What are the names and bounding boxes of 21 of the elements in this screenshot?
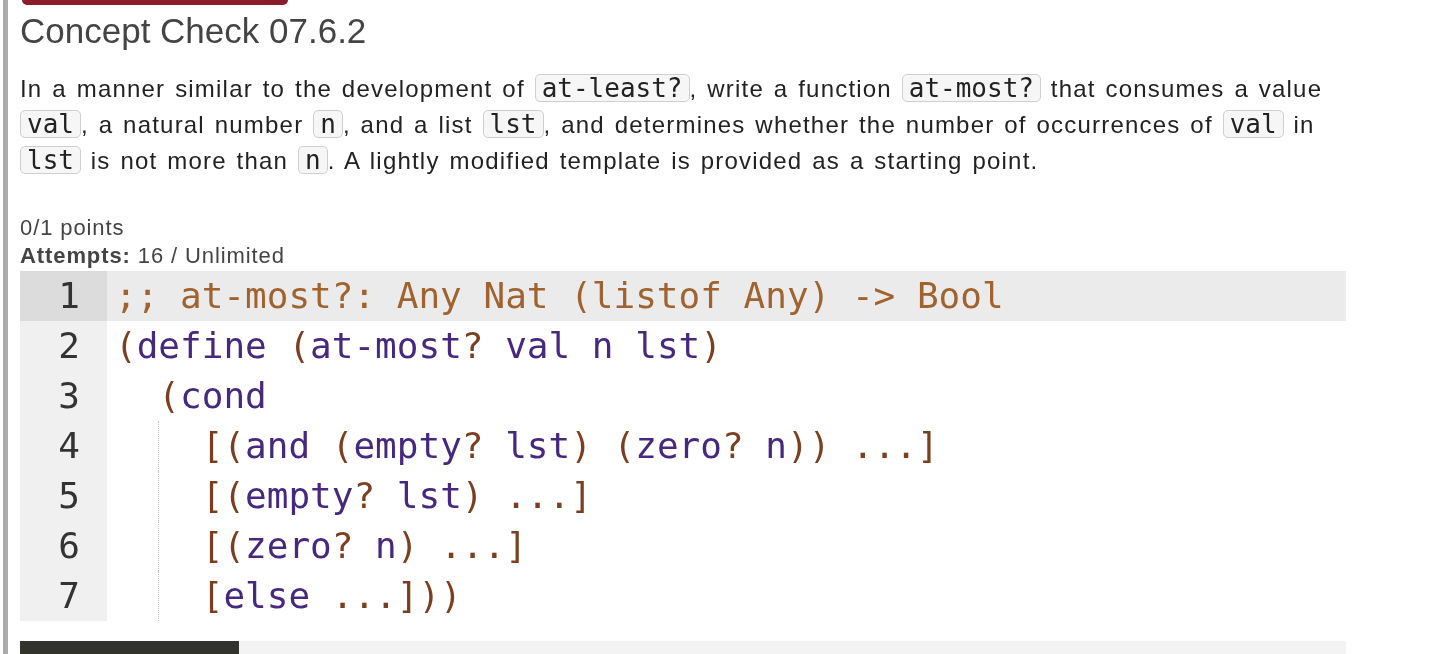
attempts-text: Attempts: 16 / Unlimited [20, 242, 286, 270]
line-number: 1 [20, 271, 107, 321]
header-button[interactable] [22, 0, 288, 5]
inline-code: lst [20, 146, 81, 174]
inline-code: at-most? [901, 74, 1041, 102]
points-text: 0/1 points [20, 214, 126, 242]
page-title: Concept Check 07.6.2 [20, 11, 368, 51]
line-number: 3 [20, 371, 107, 421]
line-number: 2 [20, 321, 107, 371]
line-number: 7 [20, 571, 107, 621]
question-text: In a manner similar to the development of at-least? , write a function at-most? that consumes a value val , a natural number n , and a list lst , and determines whether the number of occurrences of val in lst is not more than n . A lightly modified template is provided as a starting point. [20, 72, 1324, 177]
inline-code: lst [482, 110, 544, 138]
line-number: 5 [20, 471, 107, 521]
line-number: 4 [20, 421, 107, 471]
inline-code: n [313, 110, 343, 138]
action-button[interactable] [20, 641, 239, 654]
inline-code: n [298, 146, 328, 174]
inline-code: val [20, 110, 81, 138]
inline-code: val [1222, 110, 1284, 138]
inline-code: at-least? [534, 74, 690, 102]
line-number: 6 [20, 521, 107, 571]
